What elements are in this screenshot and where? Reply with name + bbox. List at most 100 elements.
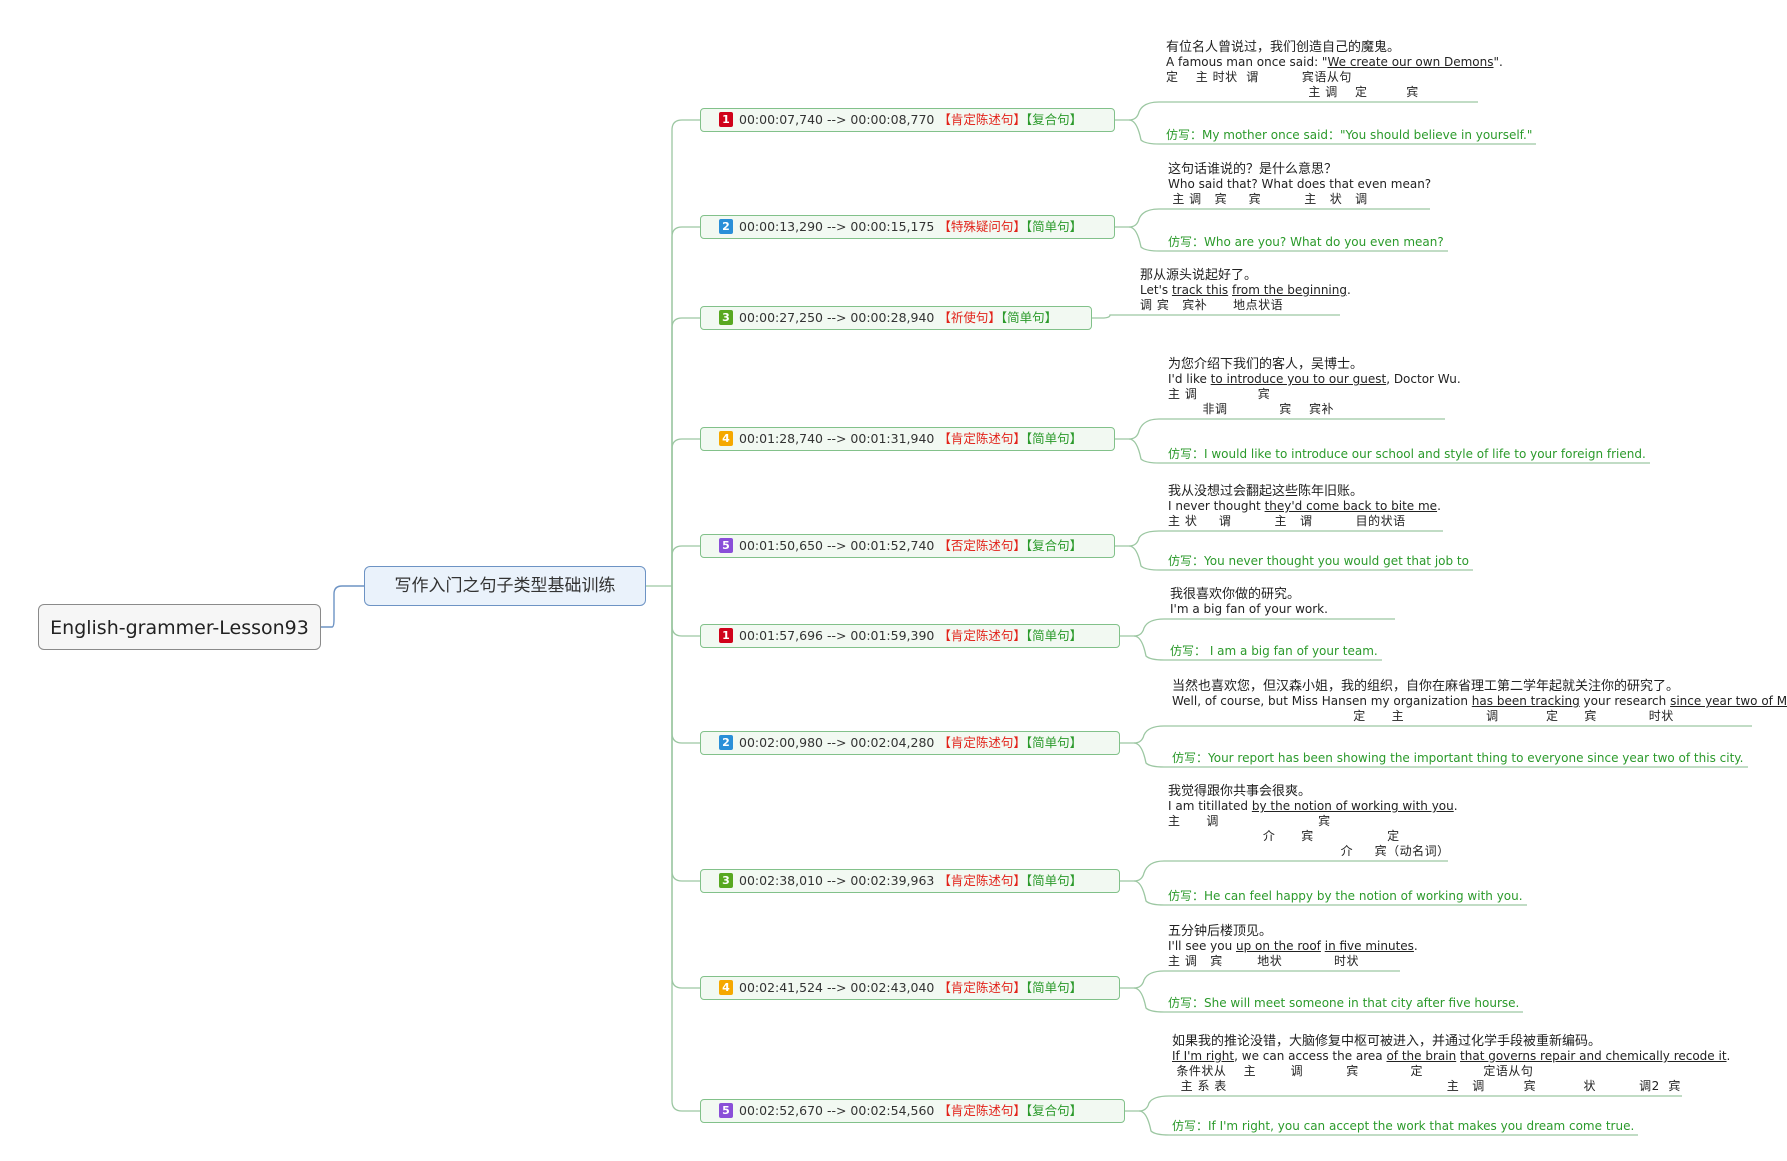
detail-connector-line [1120,725,1752,744]
branch-node[interactable]: 1 00:00:07,740 --> 00:00:08,770 【肯定陈述句】【复… [700,108,1115,132]
chinese-sentence: 五分钟后楼顶见。 [1168,924,1273,939]
underlined-phrase: to introduce you to our guest [1210,372,1387,386]
trunk-branch-line [671,119,700,586]
sentence-text: Let's [1140,283,1172,297]
branch-node[interactable]: 3 00:02:38,010 --> 00:02:39,963 【肯定陈述句】【简… [700,869,1120,893]
detail-connector-line [1120,970,1400,989]
underlined-phrase: of the brain [1386,1049,1457,1063]
branch-node[interactable]: 4 00:02:41,524 --> 00:02:43,040 【肯定陈述句】【简… [700,976,1120,1000]
chinese-sentence: 为您介绍下我们的客人，吴博士。 [1168,357,1364,372]
sentence-text: . [1726,1049,1731,1063]
imitation-sentence: 仿写：She will meet someone in that city af… [1168,996,1520,1010]
number-badge-icon: 5 [719,1103,733,1118]
chinese-sentence: 有位名人曾说过，我们创造自己的魔鬼。 [1166,40,1401,55]
sentence-kind: 【简单句】 [1025,873,1083,888]
english-sentence: I'll see you up on the roof in five minu… [1168,939,1418,954]
underlined-phrase: from the beginning [1232,283,1347,297]
detail-connector-line [1120,618,1395,637]
branch-node[interactable]: 3 00:00:27,250 --> 00:00:28,940 【祈使句】【简单句… [700,306,1092,330]
grammar-annotation: 介 宾（动名词） [1168,844,1450,858]
sentence-detail: 我觉得跟你共事会很爽。 I am titillated by the notion… [1168,784,1458,859]
underlined-phrase: in five minutes [1324,939,1414,953]
imitation-sentence: 仿写： I am a big fan of your team. [1170,644,1378,658]
sentence-text: ". [1493,55,1503,69]
trunk-branch-line [671,545,700,586]
detail-connector-line [1115,208,1430,228]
sentence-type: 【肯定陈述句】 [938,980,1026,995]
branch-node[interactable]: 2 00:02:00,980 --> 00:02:04,280 【肯定陈述句】【简… [700,731,1120,755]
sentence-type: 【肯定陈述句】 [938,873,1026,888]
sentence-kind: 【复合句】 [1025,1103,1083,1118]
imitation-sentence: 仿写：If I'm right, you can accept the work… [1172,1119,1635,1133]
number-badge-icon: 3 [719,873,733,888]
chinese-sentence: 当然也喜欢您，但汉森小姐，我的组织，自你在麻省理工第二学年起就关注你的研究了。 [1172,679,1680,694]
sentence-type: 【肯定陈述句】 [938,431,1026,446]
number-badge-icon: 2 [719,735,733,750]
sentence-kind: 【简单句】 [1025,735,1083,750]
grammar-annotation: 主 调 宾 [1168,814,1331,828]
sentence-text: I am titillated [1168,799,1252,813]
sentence-type: 【否定陈述句】 [938,538,1026,553]
sentence-detail: 这句话谁说的？是什么意思？ Who said that? What does th… [1168,162,1431,207]
sentence-text: I'm a big fan of your work. [1170,602,1328,616]
imitation-sentence: 仿写：I would like to introduce our school … [1168,447,1646,461]
sentence-detail: 如果我的推论没错，大脑修复中枢可被进入，并通过化学手段被重新编码。 If I'm … [1172,1034,1730,1094]
timestamp: 00:02:00,980 --> 00:02:04,280 [739,735,939,750]
sentence-detail: 有位名人曾说过，我们创造自己的魔鬼。 A famous man once said… [1166,40,1503,100]
trunk-branch-line [671,586,700,637]
sentence-detail: 我从没想过会翻起这些陈年旧账。 I never thought they'd co… [1168,484,1441,529]
sentence-type: 【祈使句】 [938,310,1001,325]
grammar-annotation: 主 调 宾 [1168,387,1271,401]
timestamp: 00:01:50,650 --> 00:01:52,740 [739,538,939,553]
trunk-branch-line [671,586,700,989]
grammar-annotation: 主 调 定 宾 [1166,85,1419,99]
sentence-detail: 那从源头说起好了。 Let's track this from the begin… [1140,268,1351,313]
sentence-type: 【特殊疑问句】 [938,219,1026,234]
sentence-kind: 【复合句】 [1025,538,1083,553]
underlined-phrase: If I'm right [1172,1049,1235,1063]
underlined-phrase: track this [1171,283,1229,297]
branch-node[interactable]: 5 00:02:52,670 --> 00:02:54,560 【肯定陈述句】【复… [700,1099,1125,1123]
sentence-kind: 【复合句】 [1025,112,1083,127]
topic-node[interactable]: 写作入门之句子类型基础训练 [364,566,646,606]
imitation-sentence: 仿写：Who are you? What do you even mean? [1168,235,1444,249]
sentence-text: I'd like [1168,372,1211,386]
timestamp: 00:02:38,010 --> 00:02:39,963 [739,873,939,888]
branch-node[interactable]: 1 00:01:57,696 --> 00:01:59,390 【肯定陈述句】【简… [700,624,1120,648]
branch-node[interactable]: 4 00:01:28,740 --> 00:01:31,940 【肯定陈述句】【简… [700,427,1115,451]
grammar-annotation: 调 宾 宾补 地点状语 [1140,298,1284,312]
english-sentence: I'd like to introduce you to our guest, … [1168,372,1461,387]
detail-connector-line [1115,530,1443,547]
english-sentence: Let's track this from the beginning. [1140,283,1351,298]
underlined-phrase: they'd come back to bite me [1264,499,1438,513]
number-badge-icon: 4 [719,980,733,995]
underlined-phrase: that governs repair and chemically recod… [1460,1049,1727,1063]
english-sentence: I never thought they'd come back to bite… [1168,499,1441,514]
underlined-phrase: has been tracking [1471,694,1580,708]
grammar-annotation: 主 调 宾 地状 时状 [1168,954,1360,968]
number-badge-icon: 4 [719,431,733,446]
detail-connector-line [1120,860,1448,882]
trunk-branch-line [671,226,700,586]
branch-node[interactable]: 5 00:01:50,650 --> 00:01:52,740 【否定陈述句】【复… [700,534,1115,558]
chinese-sentence: 我很喜欢你做的研究。 [1170,587,1301,602]
sentence-text: Who said that? What does that even mean? [1168,177,1432,191]
english-sentence: If I'm right, we can access the area of … [1172,1049,1730,1064]
grammar-annotation: 定 主 调 定 宾 时状 [1172,709,1674,723]
chinese-sentence: 这句话谁说的？是什么意思？ [1168,162,1338,177]
timestamp: 00:00:27,250 --> 00:00:28,940 [739,310,939,325]
detail-connector-line [1115,101,1478,121]
number-badge-icon: 5 [719,538,733,553]
branch-node[interactable]: 2 00:00:13,290 --> 00:00:15,175 【特殊疑问句】【简… [700,215,1115,239]
detail-connector-line [1092,314,1340,319]
chinese-sentence: 我觉得跟你共事会很爽。 [1168,784,1312,799]
timestamp: 00:00:07,740 --> 00:00:08,770 [739,112,939,127]
root-node[interactable]: English-grammer-Lesson93 [38,604,321,650]
trunk-branch-line [671,586,700,882]
underlined-phrase: by the notion of working with you [1251,799,1454,813]
underlined-phrase: up on the roof [1236,939,1321,953]
grammar-annotation: 条件状从 主 调 宾 定 定语从句 [1172,1064,1534,1078]
sentence-type: 【肯定陈述句】 [938,735,1026,750]
grammar-annotation: 主 系 表 主 调 宾 状 调2 宾 [1172,1079,1681,1093]
sentence-text: Well, of course, but Miss Hansen my orga… [1172,694,1472,708]
